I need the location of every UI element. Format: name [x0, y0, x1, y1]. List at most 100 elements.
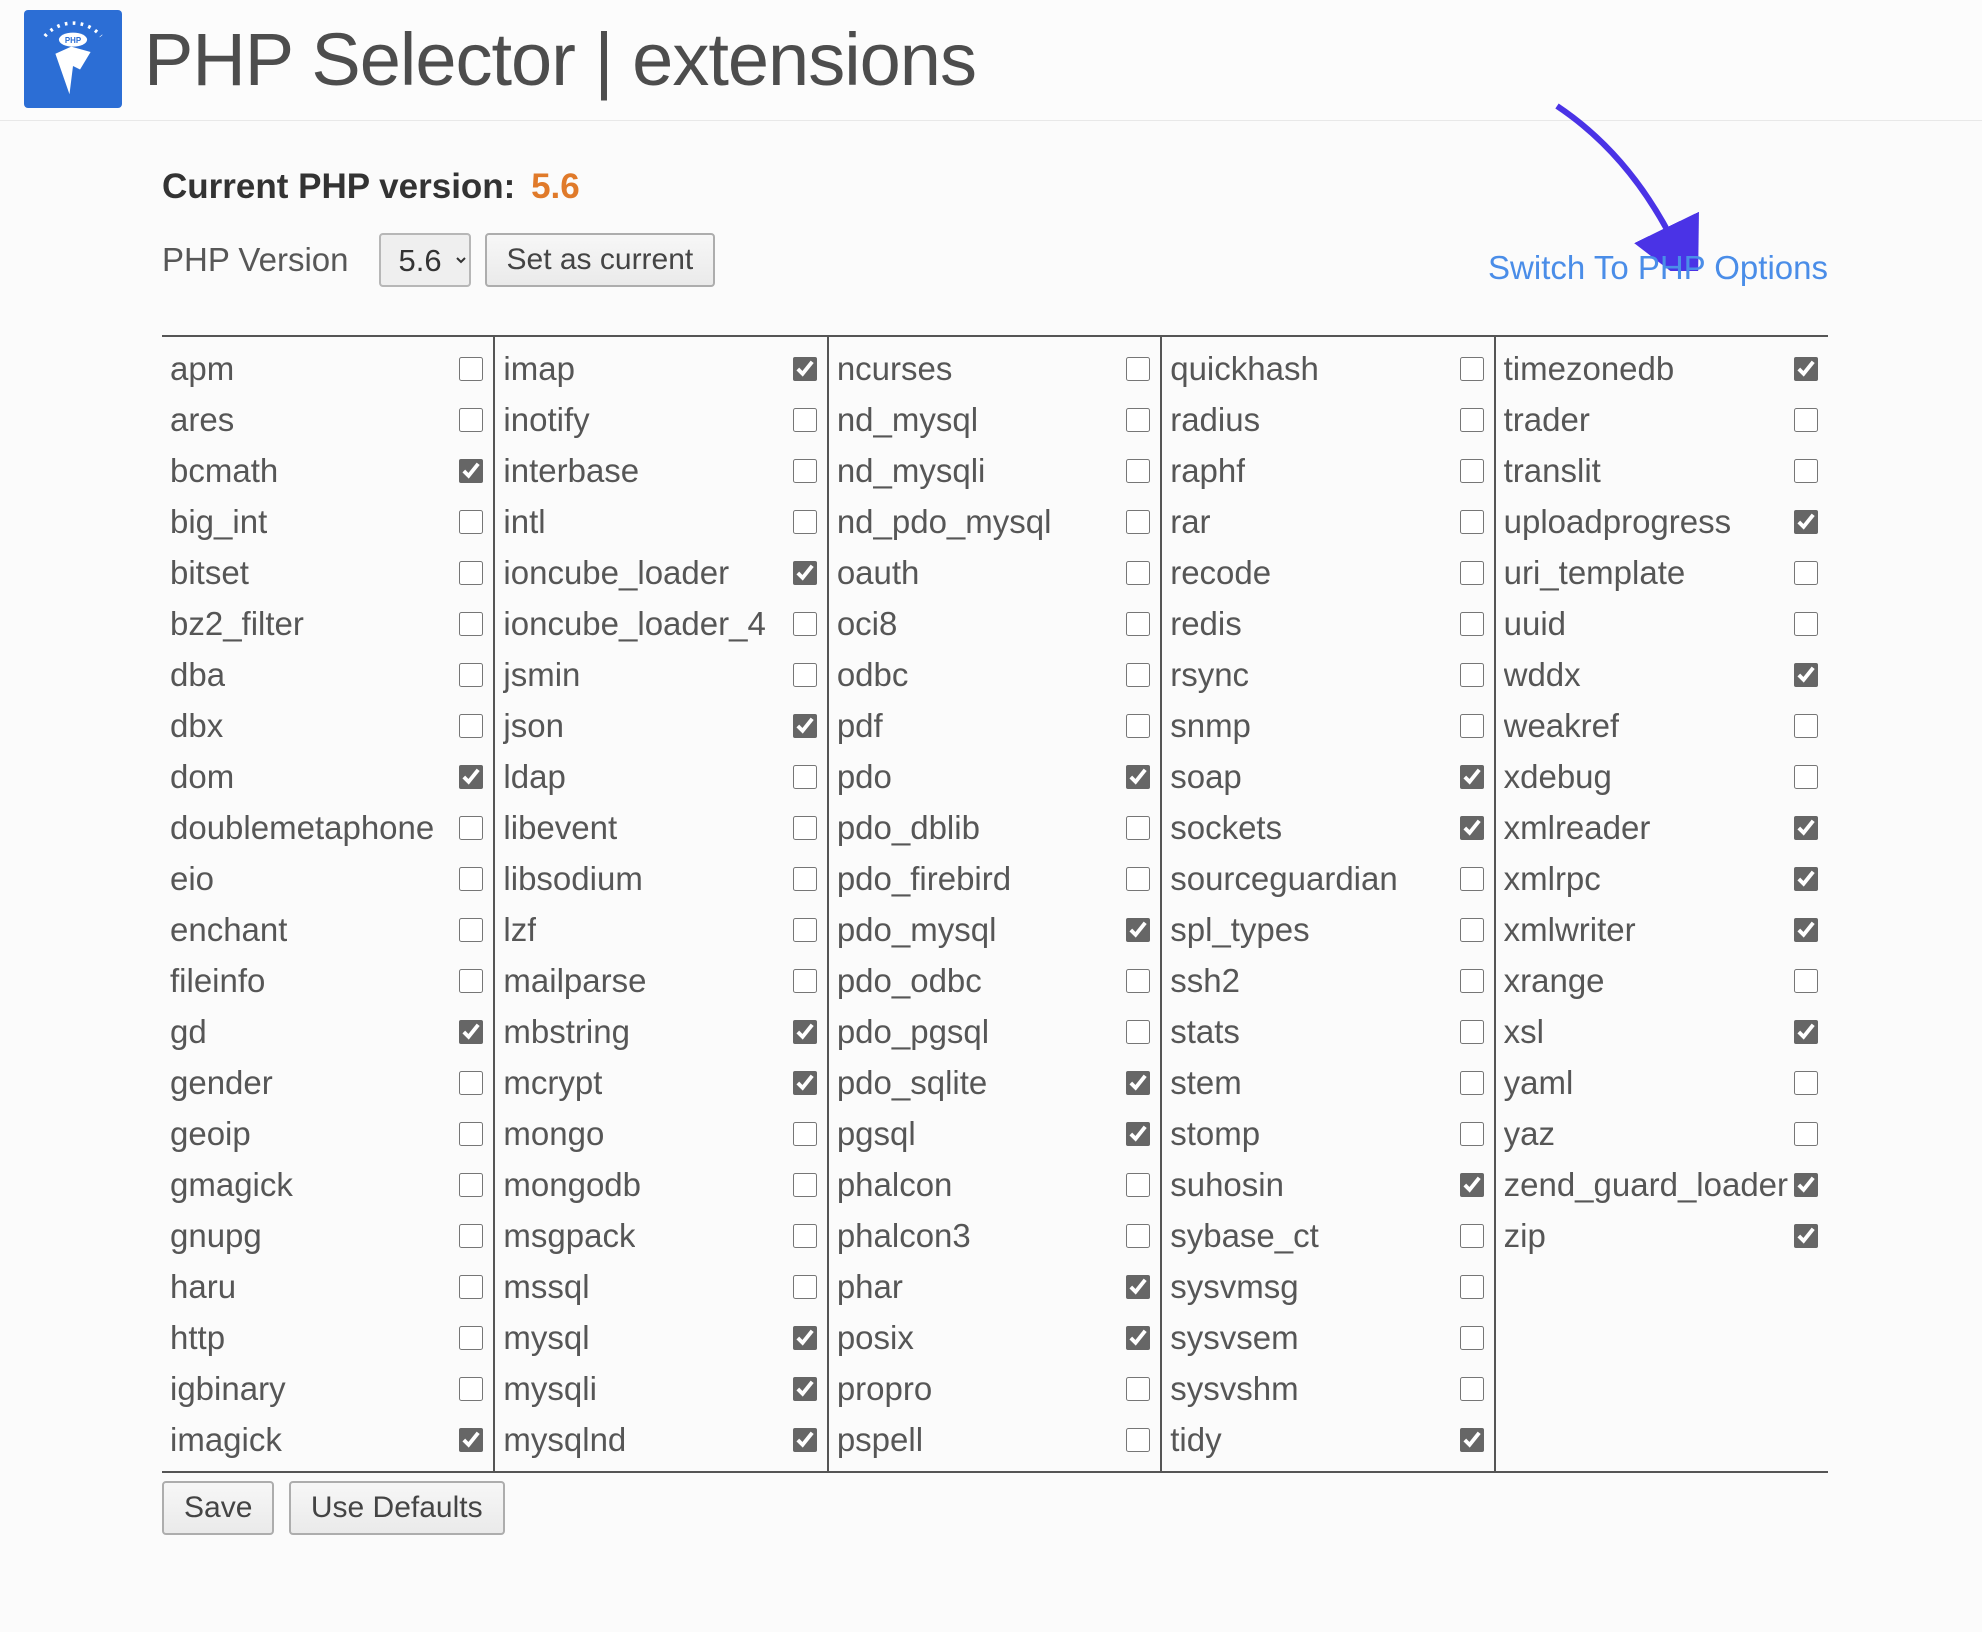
extension-row-fileinfo[interactable]: fileinfo: [168, 955, 487, 1006]
extension-row-xdebug[interactable]: xdebug: [1502, 751, 1822, 802]
extension-checkbox-stem[interactable]: [1460, 1071, 1484, 1095]
extension-checkbox-libevent[interactable]: [793, 816, 817, 840]
extension-row-timezonedb[interactable]: timezonedb: [1502, 343, 1822, 394]
extension-row-dbx[interactable]: dbx: [168, 700, 487, 751]
extension-row-uuid[interactable]: uuid: [1502, 598, 1822, 649]
extension-checkbox-bcmath[interactable]: [459, 459, 483, 483]
extension-checkbox-interbase[interactable]: [793, 459, 817, 483]
extension-row-ncurses[interactable]: ncurses: [835, 343, 1154, 394]
extension-checkbox-uri_template[interactable]: [1794, 561, 1818, 585]
extension-checkbox-xmlwriter[interactable]: [1794, 918, 1818, 942]
extension-row-pdo_mysql[interactable]: pdo_mysql: [835, 904, 1154, 955]
extension-checkbox-mysql[interactable]: [793, 1326, 817, 1350]
extension-checkbox-dbx[interactable]: [459, 714, 483, 738]
extension-row-propro[interactable]: propro: [835, 1363, 1154, 1414]
extension-row-sysvshm[interactable]: sysvshm: [1168, 1363, 1487, 1414]
extension-row-sybase_ct[interactable]: sybase_ct: [1168, 1210, 1487, 1261]
extension-row-oauth[interactable]: oauth: [835, 547, 1154, 598]
extension-row-sysvsem[interactable]: sysvsem: [1168, 1312, 1487, 1363]
extension-checkbox-sybase_ct[interactable]: [1460, 1224, 1484, 1248]
extension-checkbox-nd_pdo_mysql[interactable]: [1126, 510, 1150, 534]
extension-checkbox-yaz[interactable]: [1794, 1122, 1818, 1146]
extension-row-pspell[interactable]: pspell: [835, 1414, 1154, 1465]
extension-checkbox-uuid[interactable]: [1794, 612, 1818, 636]
extension-checkbox-enchant[interactable]: [459, 918, 483, 942]
extension-row-ssh2[interactable]: ssh2: [1168, 955, 1487, 1006]
extension-checkbox-snmp[interactable]: [1460, 714, 1484, 738]
extension-row-xmlwriter[interactable]: xmlwriter: [1502, 904, 1822, 955]
extension-row-stomp[interactable]: stomp: [1168, 1108, 1487, 1159]
extension-row-odbc[interactable]: odbc: [835, 649, 1154, 700]
extension-row-soap[interactable]: soap: [1168, 751, 1487, 802]
extension-row-xmlreader[interactable]: xmlreader: [1502, 802, 1822, 853]
extension-checkbox-geoip[interactable]: [459, 1122, 483, 1146]
extension-row-quickhash[interactable]: quickhash: [1168, 343, 1487, 394]
extension-checkbox-xmlrpc[interactable]: [1794, 867, 1818, 891]
extension-checkbox-ncurses[interactable]: [1126, 357, 1150, 381]
extension-row-nd_mysql[interactable]: nd_mysql: [835, 394, 1154, 445]
extension-checkbox-apm[interactable]: [459, 357, 483, 381]
extension-checkbox-pdo[interactable]: [1126, 765, 1150, 789]
extension-row-json[interactable]: json: [501, 700, 820, 751]
extension-row-zip[interactable]: zip: [1502, 1210, 1822, 1261]
extension-row-doublemetaphone[interactable]: doublemetaphone: [168, 802, 487, 853]
set-as-current-button[interactable]: Set as current: [485, 233, 716, 287]
extension-checkbox-timezonedb[interactable]: [1794, 357, 1818, 381]
extension-checkbox-fileinfo[interactable]: [459, 969, 483, 993]
extension-row-gender[interactable]: gender: [168, 1057, 487, 1108]
extension-checkbox-pdo_firebird[interactable]: [1126, 867, 1150, 891]
extension-checkbox-sysvsem[interactable]: [1460, 1326, 1484, 1350]
extension-row-enchant[interactable]: enchant: [168, 904, 487, 955]
extension-checkbox-mcrypt[interactable]: [793, 1071, 817, 1095]
extension-row-pgsql[interactable]: pgsql: [835, 1108, 1154, 1159]
extension-checkbox-radius[interactable]: [1460, 408, 1484, 432]
extension-row-pdo_sqlite[interactable]: pdo_sqlite: [835, 1057, 1154, 1108]
extension-row-pdo_firebird[interactable]: pdo_firebird: [835, 853, 1154, 904]
extension-row-raphf[interactable]: raphf: [1168, 445, 1487, 496]
extension-checkbox-rar[interactable]: [1460, 510, 1484, 534]
extension-checkbox-bz2_filter[interactable]: [459, 612, 483, 636]
extension-row-haru[interactable]: haru: [168, 1261, 487, 1312]
extension-checkbox-phalcon3[interactable]: [1126, 1224, 1150, 1248]
extension-row-oci8[interactable]: oci8: [835, 598, 1154, 649]
extension-checkbox-imagick[interactable]: [459, 1428, 483, 1452]
extension-checkbox-inotify[interactable]: [793, 408, 817, 432]
version-select[interactable]: 5.6: [379, 233, 471, 287]
extension-checkbox-lzf[interactable]: [793, 918, 817, 942]
extension-checkbox-sysvmsg[interactable]: [1460, 1275, 1484, 1299]
extension-row-libsodium[interactable]: libsodium: [501, 853, 820, 904]
extension-row-pdf[interactable]: pdf: [835, 700, 1154, 751]
extension-checkbox-pdo_odbc[interactable]: [1126, 969, 1150, 993]
extension-row-pdo_pgsql[interactable]: pdo_pgsql: [835, 1006, 1154, 1057]
extension-checkbox-nd_mysql[interactable]: [1126, 408, 1150, 432]
extension-checkbox-gnupg[interactable]: [459, 1224, 483, 1248]
extension-checkbox-ldap[interactable]: [793, 765, 817, 789]
extension-checkbox-xsl[interactable]: [1794, 1020, 1818, 1044]
extension-checkbox-libsodium[interactable]: [793, 867, 817, 891]
extension-checkbox-dom[interactable]: [459, 765, 483, 789]
extension-checkbox-dba[interactable]: [459, 663, 483, 687]
extension-row-pdo_odbc[interactable]: pdo_odbc: [835, 955, 1154, 1006]
extension-checkbox-mailparse[interactable]: [793, 969, 817, 993]
extension-checkbox-xrange[interactable]: [1794, 969, 1818, 993]
extension-checkbox-jsmin[interactable]: [793, 663, 817, 687]
extension-row-ioncube_loader[interactable]: ioncube_loader: [501, 547, 820, 598]
extension-checkbox-stats[interactable]: [1460, 1020, 1484, 1044]
extension-checkbox-ioncube_loader[interactable]: [793, 561, 817, 585]
extension-row-msgpack[interactable]: msgpack: [501, 1210, 820, 1261]
extension-row-gmagick[interactable]: gmagick: [168, 1159, 487, 1210]
extension-checkbox-soap[interactable]: [1460, 765, 1484, 789]
extension-row-uploadprogress[interactable]: uploadprogress: [1502, 496, 1822, 547]
extension-checkbox-msgpack[interactable]: [793, 1224, 817, 1248]
extension-checkbox-bitset[interactable]: [459, 561, 483, 585]
extension-row-mcrypt[interactable]: mcrypt: [501, 1057, 820, 1108]
extension-row-inotify[interactable]: inotify: [501, 394, 820, 445]
extension-checkbox-xmlreader[interactable]: [1794, 816, 1818, 840]
extension-checkbox-haru[interactable]: [459, 1275, 483, 1299]
extension-row-zend_guard_loader[interactable]: zend_guard_loader: [1502, 1159, 1822, 1210]
extension-row-lzf[interactable]: lzf: [501, 904, 820, 955]
extension-checkbox-wddx[interactable]: [1794, 663, 1818, 687]
extension-checkbox-big_int[interactable]: [459, 510, 483, 534]
extension-checkbox-weakref[interactable]: [1794, 714, 1818, 738]
extension-checkbox-imap[interactable]: [793, 357, 817, 381]
